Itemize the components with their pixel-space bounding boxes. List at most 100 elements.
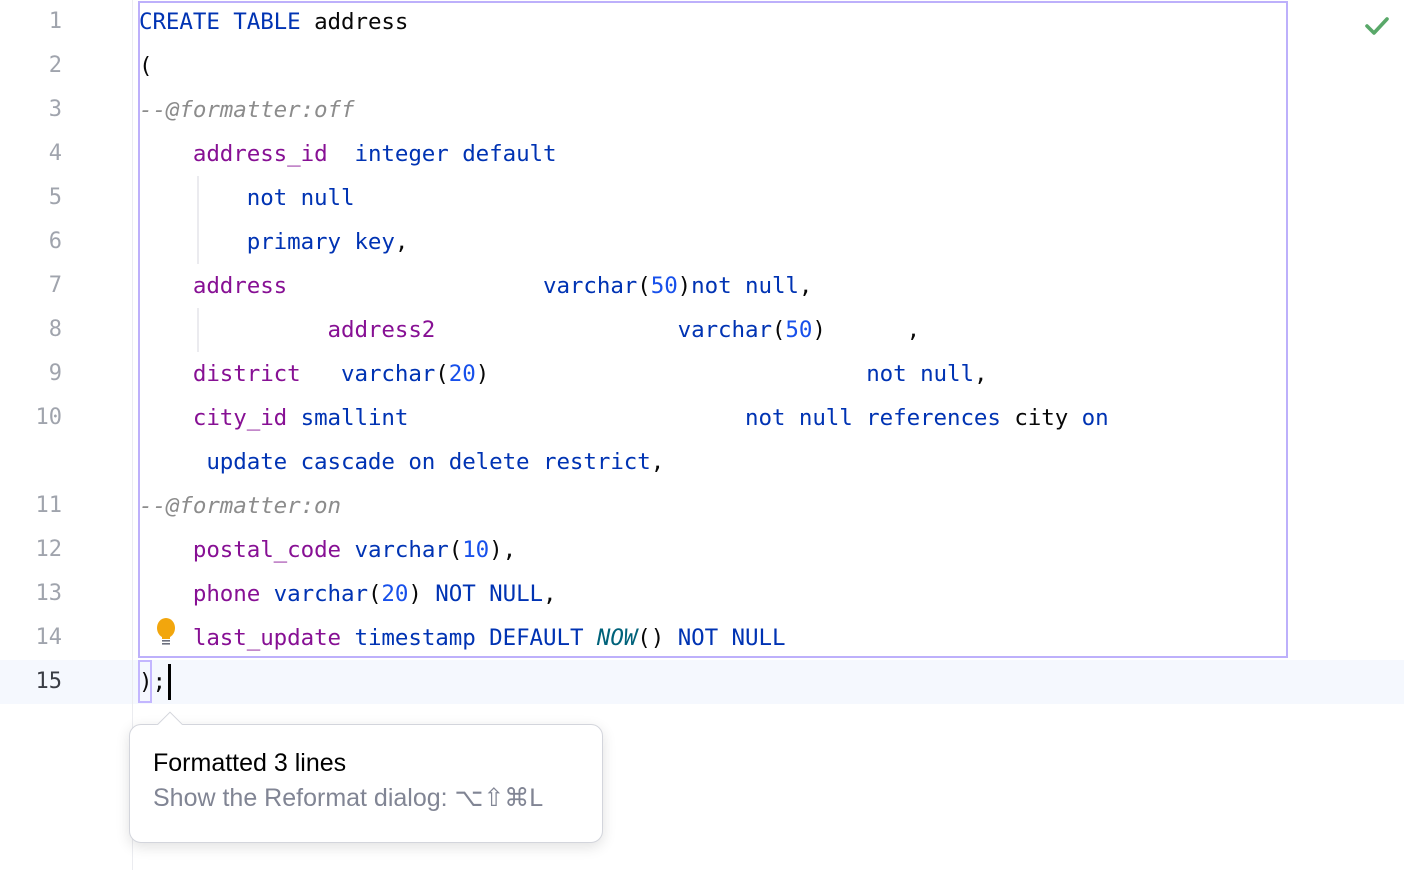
code-token: --@formatter:off: [139, 97, 355, 123]
code-text[interactable]: --@formatter:off: [139, 88, 355, 132]
code-token: ,: [543, 581, 557, 607]
code-token: (): [637, 625, 678, 651]
code-token: 20: [448, 361, 476, 387]
code-token: integer default: [327, 141, 557, 167]
code-token: ): [677, 273, 692, 299]
code-token: NOT NULL: [677, 625, 786, 651]
code-token: address: [300, 9, 409, 35]
line-number: 1: [48, 9, 62, 34]
code-text[interactable]: last_update timestamp DEFAULT NOW() NOT …: [139, 616, 786, 660]
code-token: phone: [192, 581, 261, 607]
code-token: on: [1081, 405, 1109, 431]
code-token: address: [192, 273, 288, 299]
code-token: varchar: [260, 581, 368, 607]
code-token: (: [771, 317, 786, 343]
code-text[interactable]: CREATE TABLE address: [139, 0, 408, 44]
code-token: ,: [973, 361, 988, 387]
code-token: varchar: [341, 537, 449, 563]
code-token: varchar: [435, 317, 772, 343]
code-text[interactable]: phone varchar(20) NOT NULL,: [139, 572, 557, 616]
line-number: 7: [48, 273, 62, 298]
code-token: ,: [394, 229, 409, 255]
code-line[interactable]: 10 city_id smallint not null references …: [0, 396, 1404, 440]
line-number: 4: [48, 141, 62, 166]
code-text[interactable]: address varchar(50)not null,: [139, 264, 813, 308]
code-line[interactable]: 4 address_id integer default: [0, 132, 1404, 176]
reformat-shortcut-hint[interactable]: Show the Reformat dialog: ⌥⇧⌘L: [153, 783, 543, 813]
code-line[interactable]: 2(: [0, 44, 1404, 88]
line-number: 8: [48, 317, 62, 342]
code-token: ),: [489, 537, 517, 563]
code-token: last_update: [192, 625, 342, 651]
code-line[interactable]: 14 last_update timestamp DEFAULT NOW() N…: [0, 616, 1404, 660]
code-line[interactable]: 11 --@formatter:on: [0, 484, 1404, 528]
code-text[interactable]: not null: [139, 176, 355, 220]
code-text[interactable]: primary key,: [139, 220, 409, 264]
code-token: postal_code: [192, 537, 342, 563]
notification-title: Formatted 3 lines: [153, 749, 347, 777]
code-line[interactable]: update cascade on delete restrict,: [0, 440, 1404, 484]
code-line[interactable]: 3 --@formatter:off: [0, 88, 1404, 132]
code-token: (: [367, 581, 382, 607]
code-text[interactable]: update cascade on delete restrict,: [139, 440, 664, 484]
code-text[interactable]: postal_code varchar(10),: [139, 528, 516, 572]
code-line[interactable]: 5 not null: [0, 176, 1404, 220]
code-token: timestamp DEFAULT: [341, 625, 597, 651]
indent-guide: [197, 308, 199, 352]
line-number: 10: [35, 405, 63, 430]
code-token: varchar: [300, 361, 436, 387]
code-line[interactable]: 15);: [0, 660, 1404, 704]
code-text[interactable]: (: [139, 44, 153, 88]
formatting-notification-popup[interactable]: Formatted 3 lines Show the Reformat dial…: [129, 724, 603, 843]
line-number: 9: [48, 361, 62, 386]
code-token: 50: [650, 273, 678, 299]
line-number: 14: [35, 625, 63, 650]
code-line[interactable]: 12 postal_code varchar(10),: [0, 528, 1404, 572]
code-line[interactable]: 6 primary key,: [0, 220, 1404, 264]
code-token: ): [475, 361, 490, 387]
code-token: CREATE TABLE: [139, 9, 301, 35]
code-token: (: [448, 537, 463, 563]
code-token: varchar: [287, 273, 638, 299]
code-token: 20: [381, 581, 409, 607]
lightbulb-icon[interactable]: [153, 617, 179, 647]
code-token: not null: [139, 185, 355, 211]
tooltip-arrow: [155, 709, 183, 725]
code-line[interactable]: 1 CREATE TABLE address: [0, 0, 1404, 44]
code-token: city: [1000, 405, 1082, 431]
code-line[interactable]: 7 address varchar(50)not null,: [0, 264, 1404, 308]
line-number: 6: [48, 229, 62, 254]
code-token: ,: [650, 449, 665, 475]
code-token: NOW: [596, 625, 638, 651]
code-line[interactable]: 13 phone varchar(20) NOT NULL,: [0, 572, 1404, 616]
code-line[interactable]: 9 district varchar(20) not null,: [0, 352, 1404, 396]
code-text[interactable]: district varchar(20) not null,: [139, 352, 988, 396]
code-token: ) ,: [812, 317, 921, 343]
code-text[interactable]: city_id smallint not null references cit…: [139, 396, 1109, 440]
text-caret: [168, 664, 171, 700]
code-text[interactable]: address_id integer default: [139, 132, 557, 176]
line-number: 12: [35, 537, 63, 562]
code-text[interactable]: --@formatter:on: [139, 484, 341, 528]
code-token: district: [192, 361, 301, 387]
code-token: not null: [691, 273, 799, 299]
indent-guide: [197, 176, 199, 264]
code-token: not null: [489, 361, 974, 387]
code-token: update cascade on delete restrict: [139, 449, 651, 475]
line-number: 15: [35, 669, 63, 694]
code-token: ,: [798, 273, 813, 299]
code-token: address2: [327, 317, 436, 343]
check-icon[interactable]: [1364, 14, 1390, 38]
code-token: NOT NULL: [435, 581, 544, 607]
code-token: (: [435, 361, 449, 387]
code-line[interactable]: 8 address2 varchar(50) ,: [0, 308, 1404, 352]
matching-paren-highlight: [138, 660, 152, 703]
code-text[interactable]: address2 varchar(50) ,: [139, 308, 921, 352]
line-number: 5: [48, 185, 62, 210]
line-number: 11: [35, 493, 63, 518]
